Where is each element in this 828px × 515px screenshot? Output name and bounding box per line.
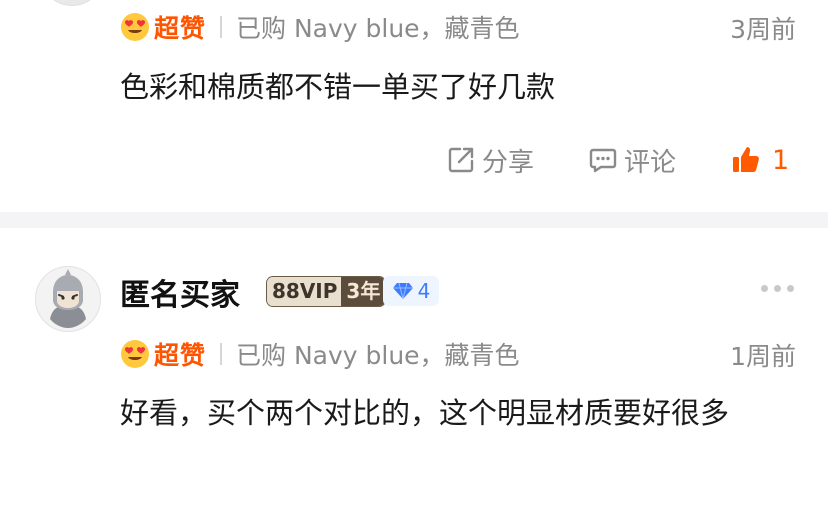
share-button[interactable]: 分享 (446, 142, 534, 179)
rating-label: 超赞 (154, 341, 207, 370)
vip-years: 3年 (341, 277, 386, 306)
comment-label: 评论 (624, 147, 677, 178)
purchased-variant: 已购 Navy blue，藏青色 (236, 341, 520, 370)
like-count: 1 (772, 144, 790, 176)
avatar[interactable] (40, 0, 104, 6)
comment-icon (589, 148, 617, 173)
level-number: 4 (417, 279, 431, 303)
review-actions: 分享 评论 1 (446, 140, 789, 180)
separator (220, 343, 223, 365)
review-time: 3周前 (730, 15, 796, 44)
more-dots-icon[interactable] (761, 285, 794, 292)
username[interactable]: 匿名买家 (120, 270, 240, 314)
thumbs-up-icon (733, 147, 759, 172)
rating-label: 超赞 (154, 14, 207, 43)
like-button[interactable]: 1 (730, 144, 789, 176)
rating-row: 超赞 已购 Navy blue，藏青色 (120, 337, 520, 371)
review-text: 色彩和棉质都不错一单买了好几款 (120, 70, 556, 104)
review-divider (0, 212, 828, 228)
rating-row: 超赞 已购 Navy blue，藏青色 (120, 10, 520, 44)
level-badge: 4 (383, 276, 439, 306)
review-text: 好看，买个两个对比的，这个明显材质要好很多 (120, 396, 730, 430)
avatar[interactable] (35, 266, 101, 332)
vip-badge: 88VIP 3年 (266, 276, 387, 307)
diamond-icon (392, 282, 413, 300)
purchased-variant: 已购 Navy blue，藏青色 (236, 14, 520, 43)
share-icon (448, 147, 474, 173)
comment-button[interactable]: 评论 (588, 142, 676, 179)
heart-eyes-emoji-icon (121, 13, 149, 41)
heart-eyes-emoji-icon (121, 340, 149, 368)
review-time: 1周前 (730, 342, 796, 371)
vip-label: 88VIP (267, 277, 342, 306)
separator (220, 16, 223, 38)
share-label: 分享 (482, 147, 535, 178)
